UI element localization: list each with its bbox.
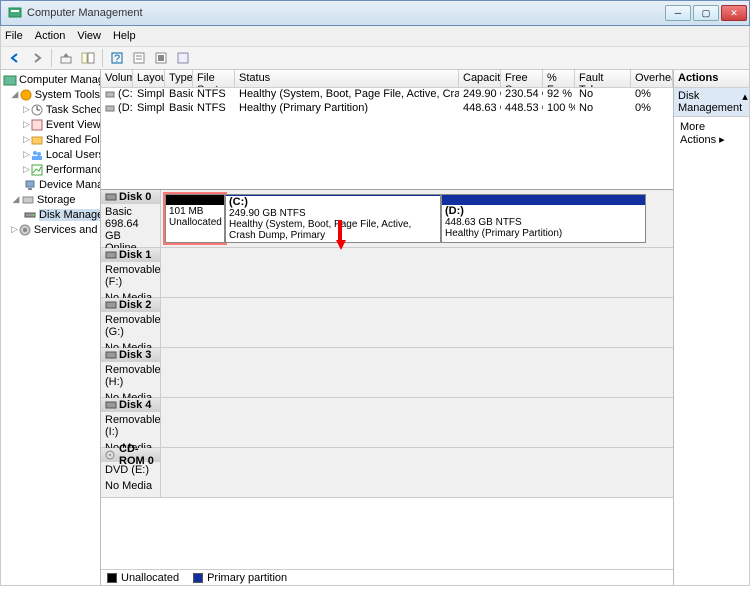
disk-graph bbox=[161, 298, 673, 347]
tree-device-manager[interactable]: Device Manager bbox=[1, 177, 100, 192]
menu-file[interactable]: File bbox=[5, 30, 23, 42]
disk-icon bbox=[105, 400, 117, 410]
tree-shared-folders[interactable]: ▷Shared Folders bbox=[1, 132, 100, 147]
menubar: File Action View Help bbox=[0, 26, 750, 46]
app-icon bbox=[7, 5, 23, 21]
disk-graph bbox=[161, 448, 673, 497]
minimize-button[interactable]: ─ bbox=[665, 5, 691, 21]
col-volume[interactable]: Volume bbox=[101, 70, 133, 87]
menu-help[interactable]: Help bbox=[113, 30, 136, 42]
partition[interactable]: (D:)448.63 GB NTFSHealthy (Primary Parti… bbox=[441, 194, 646, 243]
svg-text:?: ? bbox=[114, 53, 120, 65]
disk-row[interactable]: CD-ROM 0DVD (E:)No Media bbox=[101, 448, 673, 498]
col-status[interactable]: Status bbox=[235, 70, 459, 87]
col-filesystem[interactable]: File System bbox=[193, 70, 235, 87]
legend: Unallocated Primary partition bbox=[101, 569, 673, 585]
col-fault[interactable]: Fault Tolerance bbox=[575, 70, 631, 87]
disk-info: Disk 2Removable (G:)No Media bbox=[101, 298, 161, 347]
col-layout[interactable]: Layout bbox=[133, 70, 165, 87]
actions-panel: Actions Disk Management▴ More Actions ▸ bbox=[673, 70, 749, 585]
titlebar: Computer Management ─ ▢ ✕ bbox=[0, 0, 750, 26]
menu-view[interactable]: View bbox=[77, 30, 101, 42]
window-title: Computer Management bbox=[27, 7, 665, 19]
disk-row[interactable]: Disk 0Basic698.64 GBOnline101 MBUnalloca… bbox=[101, 190, 673, 248]
disk-graph bbox=[161, 248, 673, 297]
close-button[interactable]: ✕ bbox=[721, 5, 747, 21]
disk-graph: 101 MBUnallocated(C:)249.90 GB NTFSHealt… bbox=[161, 190, 673, 247]
maximize-button[interactable]: ▢ bbox=[693, 5, 719, 21]
disk-icon bbox=[105, 192, 117, 202]
show-hide-button[interactable] bbox=[78, 48, 98, 68]
col-pctfree[interactable]: % Free bbox=[543, 70, 575, 87]
tree-services-apps[interactable]: ▷Services and Applications bbox=[1, 222, 100, 237]
volume-header-row: Volume Layout Type File System Status Ca… bbox=[101, 70, 673, 88]
toolbar: ? bbox=[0, 46, 750, 70]
actions-header: Actions bbox=[674, 70, 749, 88]
properties-button[interactable] bbox=[129, 48, 149, 68]
disk-icon bbox=[105, 350, 117, 360]
disk-icon bbox=[105, 250, 117, 260]
volume-row[interactable]: (D:)SimpleBasicNTFSHealthy (Primary Part… bbox=[101, 102, 673, 116]
center-panel: Volume Layout Type File System Status Ca… bbox=[101, 70, 673, 585]
col-type[interactable]: Type bbox=[165, 70, 193, 87]
volume-table: Volume Layout Type File System Status Ca… bbox=[101, 70, 673, 190]
disk-info: CD-ROM 0DVD (E:)No Media bbox=[101, 448, 161, 497]
tree-disk-management[interactable]: Disk Management bbox=[1, 207, 100, 222]
partition[interactable]: (C:)249.90 GB NTFSHealthy (System, Boot,… bbox=[225, 194, 441, 243]
legend-unallocated: Unallocated bbox=[107, 572, 179, 584]
volume-row[interactable]: (C:)SimpleBasicNTFSHealthy (System, Boot… bbox=[101, 88, 673, 102]
legend-primary: Primary partition bbox=[193, 572, 287, 584]
col-capacity[interactable]: Capacity bbox=[459, 70, 501, 87]
refresh-button[interactable]: ? bbox=[107, 48, 127, 68]
actions-more[interactable]: More Actions ▸ bbox=[674, 117, 749, 150]
disk-graph bbox=[161, 398, 673, 447]
disk-row[interactable]: Disk 3Removable (H:)No Media bbox=[101, 348, 673, 398]
forward-button[interactable] bbox=[27, 48, 47, 68]
annotation-arrow bbox=[336, 220, 344, 250]
tree-task-scheduler[interactable]: ▷Task Scheduler bbox=[1, 102, 100, 117]
help-button[interactable] bbox=[173, 48, 193, 68]
disk-graphical-view: Disk 0Basic698.64 GBOnline101 MBUnalloca… bbox=[101, 190, 673, 569]
actions-group[interactable]: Disk Management▴ bbox=[674, 88, 749, 117]
disk-info: Disk 4Removable (I:)No Media bbox=[101, 398, 161, 447]
col-overhead[interactable]: Overhead bbox=[631, 70, 673, 87]
settings-button[interactable] bbox=[151, 48, 171, 68]
disk-info: Disk 0Basic698.64 GBOnline bbox=[101, 190, 161, 247]
disk-row[interactable]: Disk 2Removable (G:)No Media bbox=[101, 298, 673, 348]
collapse-icon: ▴ bbox=[742, 90, 748, 114]
disk-row[interactable]: Disk 1Removable (F:)No Media bbox=[101, 248, 673, 298]
disk-graph bbox=[161, 348, 673, 397]
disk-info: Disk 3Removable (H:)No Media bbox=[101, 348, 161, 397]
tree-performance[interactable]: ▷Performance bbox=[1, 162, 100, 177]
disk-icon bbox=[105, 300, 117, 310]
col-freespace[interactable]: Free Space bbox=[501, 70, 543, 87]
chevron-right-icon: ▸ bbox=[719, 134, 725, 146]
disk-row[interactable]: Disk 4Removable (I:)No Media bbox=[101, 398, 673, 448]
tree-root[interactable]: Computer Management (Local) bbox=[1, 72, 100, 87]
tree-panel: Computer Management (Local) ◢System Tool… bbox=[1, 70, 101, 585]
tree-storage[interactable]: ◢Storage bbox=[1, 192, 100, 207]
disk-info: Disk 1Removable (F:)No Media bbox=[101, 248, 161, 297]
partition[interactable]: 101 MBUnallocated bbox=[165, 194, 225, 243]
tree-event-viewer[interactable]: ▷Event Viewer bbox=[1, 117, 100, 132]
disk-icon bbox=[105, 450, 117, 460]
menu-action[interactable]: Action bbox=[35, 30, 66, 42]
back-button[interactable] bbox=[5, 48, 25, 68]
up-button[interactable] bbox=[56, 48, 76, 68]
tree-local-users[interactable]: ▷Local Users and Groups bbox=[1, 147, 100, 162]
tree-system-tools[interactable]: ◢System Tools bbox=[1, 87, 100, 102]
